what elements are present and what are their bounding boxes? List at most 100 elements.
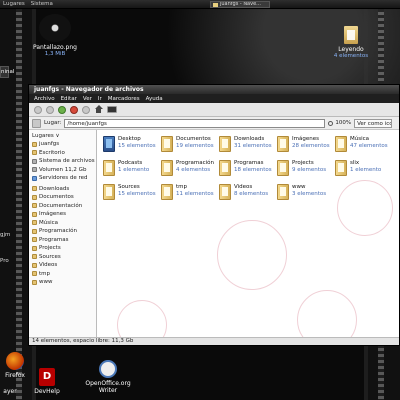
file-count: 4 elementos <box>176 166 211 173</box>
computer-icon[interactable] <box>107 106 117 113</box>
sidebar-item-imagenes[interactable]: Imágenes <box>29 210 96 219</box>
window-title: juanfgs - Navegador de archivos <box>34 86 144 93</box>
location-input[interactable]: /home/juanfgs <box>64 118 326 128</box>
background-swirl <box>117 300 167 337</box>
network-icon <box>32 175 37 181</box>
menu-ver[interactable]: Ver <box>83 96 92 102</box>
zoom-control[interactable]: 100% <box>328 120 351 126</box>
file-item-programas[interactable]: Programas 18 elementos <box>219 160 277 182</box>
panel-menu-lugares[interactable]: Lugares <box>3 1 25 7</box>
launcher-label: OpenOffice.org Writer <box>85 380 131 394</box>
folder-icon <box>32 228 37 234</box>
file-item-videos[interactable]: Videos 8 elementos <box>219 184 277 206</box>
file-item-desktop[interactable]: Desktop 15 elementos <box>103 136 161 158</box>
file-item-www[interactable]: www 3 elementos <box>277 184 335 206</box>
file-view[interactable]: Desktop 15 elementos Documentos 19 element… <box>97 130 399 337</box>
folder-icon <box>32 237 37 243</box>
desktop-launcher-firefox[interactable]: Firefox <box>2 352 28 379</box>
file-count: 1 elemento <box>118 166 150 173</box>
sidebar-item-servidores-de-red[interactable]: Servidores de red <box>29 174 96 183</box>
home-icon[interactable] <box>94 105 103 114</box>
desktop-launcher-devhelp[interactable]: D DevHelp <box>32 368 62 395</box>
file-item-documentos[interactable]: Documentos 19 elementos <box>161 136 219 158</box>
folder-icon <box>32 220 37 226</box>
sidebar-item-sistema-de-archivos[interactable]: Sistema de archivos <box>29 157 96 166</box>
sidebar-item-documentos[interactable]: Documentos <box>29 193 96 202</box>
edit-location-icon[interactable] <box>32 118 41 128</box>
reload-icon[interactable] <box>82 105 90 114</box>
desktop-icon-label: Pantallazo.png <box>33 44 77 51</box>
devhelp-icon: D <box>39 368 55 386</box>
sidebar-item-label: Escritorio <box>39 149 65 156</box>
panel-menu-sistema[interactable]: Sistema <box>31 1 53 7</box>
desktop-launcher-partial[interactable]: ayer <box>0 388 20 395</box>
file-item-downloads[interactable]: Downloads 31 elementos <box>219 136 277 158</box>
desktop-icon-leyendo[interactable]: Leyendo 4 elementos <box>328 26 374 59</box>
sidebar-item-juanfgs[interactable]: juanfgs <box>29 140 96 149</box>
folder-icon <box>213 3 218 7</box>
sidebar-item-tmp[interactable]: tmp <box>29 270 96 279</box>
desktop-icon-pantallazo[interactable]: Pantallazo.png 1,3 MiB <box>30 14 80 57</box>
folder-icon <box>32 245 37 251</box>
left-edge-label: gjm <box>0 232 11 238</box>
file-item-tmp[interactable]: tmp 11 elementos <box>161 184 219 206</box>
sidebar-item-www[interactable]: www <box>29 278 96 287</box>
file-item-projects[interactable]: Projects 9 elementos <box>277 160 335 182</box>
menu-editar[interactable]: Editar <box>61 96 77 102</box>
window-menubar: Archivo Editar Ver Ir Marcadores Ayuda <box>29 94 399 103</box>
file-item-imagenes[interactable]: Imágenes 28 elementos <box>277 136 335 158</box>
launcher-label: Firefox <box>5 372 25 379</box>
menu-archivo[interactable]: Archivo <box>34 96 55 102</box>
folder-icon <box>32 211 37 217</box>
sidebar-item-label: Sistema de archivos <box>39 158 95 165</box>
up-icon[interactable] <box>58 105 66 114</box>
stop-icon[interactable] <box>70 105 78 114</box>
folder-icon <box>277 160 289 176</box>
desktop-icon-label: Leyendo <box>338 46 364 53</box>
left-edge-window-tab[interactable]: ninal <box>0 66 14 78</box>
file-item-slix[interactable]: slix 1 elemento <box>335 160 393 182</box>
menu-ayuda[interactable]: Ayuda <box>146 96 163 102</box>
menu-ir[interactable]: Ir <box>98 96 102 102</box>
sidebar-header-select[interactable]: Lugares ∨ <box>29 132 96 140</box>
file-count: 9 elementos <box>292 166 327 173</box>
file-count: 47 elementos <box>350 142 388 149</box>
folder-icon <box>32 203 37 209</box>
top-panel: Lugares Sistema juanfgs - Nave... <box>0 0 400 9</box>
file-item-programacion[interactable]: Programación 4 elementos <box>161 160 219 182</box>
folder-icon <box>344 26 358 44</box>
sidebar-item-volumen[interactable]: Volumen 11,2 Gb <box>29 166 96 175</box>
sidebar-item-label: Documentación <box>39 202 83 209</box>
firefox-icon <box>6 352 24 370</box>
menu-marcadores[interactable]: Marcadores <box>108 96 140 102</box>
file-count: 31 elementos <box>234 142 272 149</box>
back-icon[interactable] <box>34 105 42 114</box>
sidebar-item-projects[interactable]: Projects <box>29 244 96 253</box>
sidebar-item-label: Programación <box>39 228 77 235</box>
sidebar-item-label: Volumen 11,2 Gb <box>39 166 87 173</box>
taskbar-button-file-manager[interactable]: juanfgs - Nave... <box>210 1 270 8</box>
status-bar: 14 elementos, espacio libre: 11,3 Gb <box>29 337 399 345</box>
file-item-sources[interactable]: Sources 15 elementos <box>103 184 161 206</box>
sidebar-item-programas[interactable]: Programas <box>29 236 96 245</box>
forward-icon[interactable] <box>46 105 54 114</box>
view-mode-select[interactable]: Ver como iconos <box>354 118 393 128</box>
folder-icon <box>32 271 37 277</box>
sidebar-item-videos[interactable]: Videos <box>29 261 96 270</box>
wallpaper-chain-left <box>16 0 22 400</box>
drive-icon <box>32 158 37 164</box>
sidebar-item-documentacion[interactable]: Documentación <box>29 202 96 211</box>
file-item-podcasts[interactable]: Podcasts 1 elemento <box>103 160 161 182</box>
sidebar-item-escritorio[interactable]: Escritorio <box>29 149 96 158</box>
window-titlebar[interactable]: juanfgs - Navegador de archivos <box>29 85 399 94</box>
sidebar-item-downloads[interactable]: Downloads <box>29 185 96 194</box>
file-item-musica[interactable]: Música 47 elementos <box>335 136 393 158</box>
sidebar-item-label: tmp <box>39 270 51 277</box>
sidebar-item-musica[interactable]: Música <box>29 219 96 228</box>
desktop-launcher-openoffice-writer[interactable]: OpenOffice.org Writer <box>80 360 136 394</box>
sidebar-item-sources[interactable]: Sources <box>29 253 96 262</box>
sidebar-item-label: Música <box>39 219 59 226</box>
sidebar-item-label: Servidores de red <box>39 175 88 182</box>
sidebar-item-programacion[interactable]: Programación <box>29 227 96 236</box>
folder-icon <box>32 262 37 268</box>
